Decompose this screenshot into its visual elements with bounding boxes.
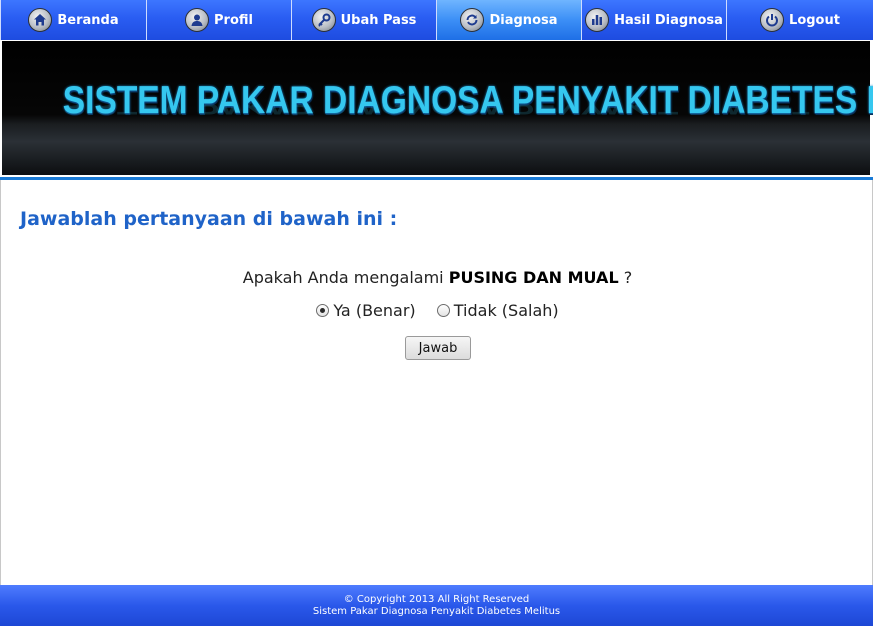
main-content: Jawablah pertanyaan di bawah ini : Apaka…	[0, 180, 873, 585]
nav-item-label: Diagnosa	[489, 12, 558, 28]
jawab-button[interactable]: Jawab	[405, 336, 471, 360]
nav-item-hasil-diagnosa[interactable]: Hasil Diagnosa	[582, 0, 727, 40]
question-symptom: PUSING DAN MUAL	[448, 268, 619, 287]
nav-item-label: Profil	[214, 12, 253, 28]
answer-options: Ya (Benar) Tidak (Salah)	[1, 301, 873, 321]
banner-background: SISTEM PAKAR DIAGNOSA PENYAKIT DIABETES …	[2, 41, 873, 175]
radio-tidak[interactable]	[436, 304, 450, 317]
nav-item-beranda[interactable]: Beranda	[0, 0, 147, 40]
key-icon	[311, 8, 336, 32]
option-ya[interactable]: Ya (Benar)	[316, 301, 416, 320]
top-navigation: Beranda Profil Ubah Pass Diagnosa Hasil …	[0, 0, 873, 40]
nav-item-logout[interactable]: Logout	[727, 0, 873, 40]
refresh-icon	[460, 8, 485, 32]
user-icon	[185, 8, 210, 32]
nav-item-ubah-pass[interactable]: Ubah Pass	[292, 0, 437, 40]
nav-item-profil[interactable]: Profil	[147, 0, 292, 40]
footer: © Copyright 2013 All Right Reserved Sist…	[0, 585, 873, 626]
footer-copyright: © Copyright 2013 All Right Reserved	[343, 594, 530, 605]
radio-ya[interactable]	[316, 304, 330, 317]
nav-item-label: Hasil Diagnosa	[614, 12, 723, 28]
question-suffix: ?	[623, 268, 633, 287]
header-banner: SISTEM PAKAR DIAGNOSA PENYAKIT DIABETES …	[0, 40, 873, 180]
option-tidak[interactable]: Tidak (Salah)	[436, 301, 559, 320]
diagnosis-question: Apakah Anda mengalami PUSING DAN MUAL ?	[1, 268, 873, 287]
page-heading: Jawablah pertanyaan di bawah ini :	[20, 208, 398, 230]
nav-item-label: Logout	[789, 12, 840, 28]
footer-site-name: Sistem Pakar Diagnosa Penyakit Diabetes …	[312, 606, 561, 617]
power-icon	[760, 8, 785, 32]
nav-item-diagnosa[interactable]: Diagnosa	[437, 0, 582, 40]
option-ya-label: Ya (Benar)	[333, 301, 416, 320]
nav-item-label: Ubah Pass	[340, 12, 417, 28]
banner-title-reflection: SISTEM PAKAR DIAGNOSA PENYAKIT DIABETES …	[62, 104, 810, 119]
question-prefix: Apakah Anda mengalami	[242, 268, 444, 287]
option-tidak-label: Tidak (Salah)	[453, 301, 559, 320]
bar-chart-icon	[585, 8, 610, 32]
home-icon	[28, 8, 53, 32]
nav-item-label: Beranda	[57, 12, 119, 28]
